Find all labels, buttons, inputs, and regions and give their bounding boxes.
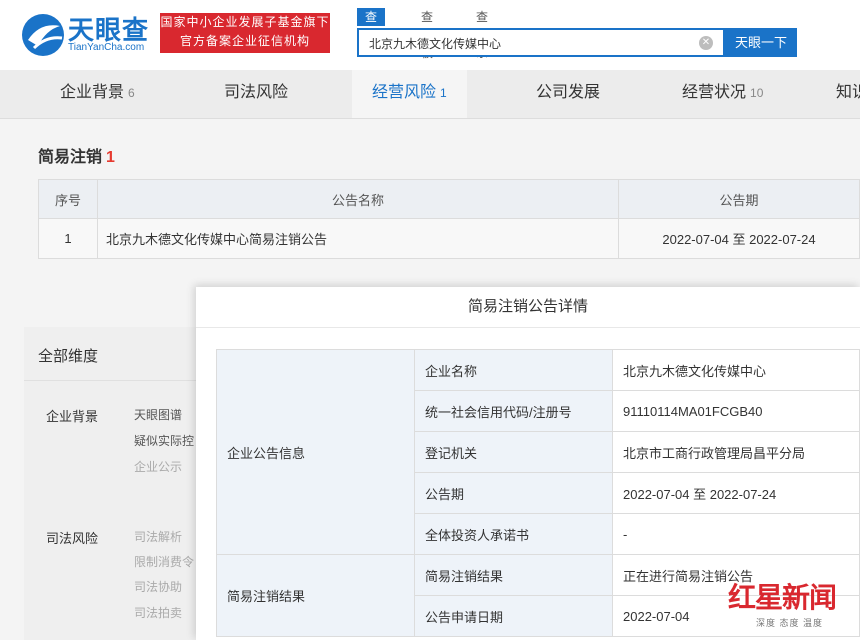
- nav-label: 司法风险: [224, 84, 288, 101]
- detail-label: 简易注销结果: [415, 555, 613, 596]
- nav-operating-status[interactable]: 经营状况 10: [682, 70, 763, 118]
- clear-icon[interactable]: ✕: [699, 36, 713, 50]
- slogan-badge: 国家中小企业发展子基金旗下 官方备案企业征信机构: [160, 13, 330, 53]
- nav-label: 经营状况: [682, 84, 746, 101]
- search-box: ✕: [357, 28, 725, 57]
- section-title: 简易注销1: [38, 143, 115, 167]
- section-count: 1: [106, 149, 115, 166]
- dimension-item[interactable]: 限制消费令: [134, 553, 194, 570]
- detail-value: 北京市工商行政管理局昌平分局: [613, 432, 860, 473]
- cell-period: 2022-07-04 至 2022-07-24: [619, 219, 860, 259]
- header-name: 公告名称: [98, 180, 619, 219]
- nav-label: 企业背景: [60, 84, 124, 101]
- dimension-item[interactable]: 企业公示: [134, 458, 182, 475]
- detail-value: 北京九木德文化传媒中心: [613, 350, 860, 391]
- header-no: 序号: [39, 180, 98, 219]
- logo-domain: TianYanCha.com: [68, 42, 144, 53]
- group-label: 简易注销结果: [217, 555, 415, 637]
- dimension-group-label: 企业背景: [46, 406, 98, 425]
- deregistration-table: 序号 公告名称 公告期 1 北京九木德文化传媒中心简易注销公告 2022-07-…: [38, 179, 860, 259]
- detail-label: 企业名称: [415, 350, 613, 391]
- dimension-item[interactable]: 司法拍卖: [134, 604, 182, 621]
- dimension-group-label: 司法风险: [46, 528, 98, 547]
- nav-count: 6: [128, 86, 135, 100]
- dimension-item[interactable]: 司法协助: [134, 578, 182, 595]
- nav-company-development[interactable]: 公司发展: [536, 70, 600, 118]
- tab-boss[interactable]: 查老板: [413, 8, 441, 26]
- slogan-line2: 官方备案企业征信机构: [160, 32, 330, 51]
- detail-value: -: [613, 514, 860, 555]
- nav-count: 1: [440, 86, 447, 100]
- dimension-item[interactable]: 天眼图谱: [134, 406, 182, 423]
- header-period: 公告期: [619, 180, 860, 219]
- group-label: 企业公告信息: [217, 350, 415, 555]
- tab-relation[interactable]: 查关系: [468, 8, 496, 26]
- category-nav: 企业背景 6 司法风险 经营风险 1 公司发展 经营状况 10 知识: [0, 70, 860, 119]
- detail-label: 全体投资人承诺书: [415, 514, 613, 555]
- slogan-line1: 国家中小企业发展子基金旗下: [160, 13, 330, 32]
- table-row[interactable]: 1 北京九木德文化传媒中心简易注销公告 2022-07-04 至 2022-07…: [39, 219, 860, 259]
- watermark-logo: 红星新闻: [728, 576, 836, 616]
- detail-value: 2022-07-04 至 2022-07-24: [613, 473, 860, 514]
- tianyancha-logo-icon[interactable]: [20, 12, 66, 58]
- dimension-item[interactable]: 疑似实际控: [134, 432, 194, 449]
- search-input[interactable]: [367, 35, 691, 51]
- watermark-slogan: 深度 态度 温度: [756, 616, 836, 629]
- dimensions-panel: [24, 327, 224, 640]
- nav-knowledge[interactable]: 知识: [836, 70, 860, 118]
- detail-label: 公告期: [415, 473, 613, 514]
- nav-judicial-risk[interactable]: 司法风险: [224, 70, 288, 118]
- cell-no: 1: [39, 219, 98, 259]
- tab-company[interactable]: 查公司: [357, 8, 385, 26]
- detail-label: 登记机关: [415, 432, 613, 473]
- detail-row: 企业公告信息 企业名称 北京九木德文化传媒中心: [217, 350, 860, 391]
- detail-value: 91110114MA01FCGB40: [613, 391, 860, 432]
- nav-label: 经营风险: [372, 84, 436, 101]
- table-header-row: 序号 公告名称 公告期: [39, 180, 860, 219]
- dimensions-title: 全部维度: [38, 345, 98, 366]
- hongxing-news-watermark: 红星新闻 深度 态度 温度: [728, 576, 836, 629]
- search-button[interactable]: 天眼一下: [725, 28, 797, 57]
- section-title-text: 简易注销: [38, 149, 102, 166]
- modal-title: 简易注销公告详情: [196, 287, 860, 328]
- nav-count: 10: [750, 86, 763, 100]
- detail-label: 公告申请日期: [415, 596, 613, 637]
- nav-label: 知识: [836, 84, 860, 101]
- divider: [24, 380, 224, 381]
- nav-business-risk[interactable]: 经营风险 1: [352, 70, 467, 118]
- nav-label: 公司发展: [536, 84, 600, 101]
- nav-enterprise-background[interactable]: 企业背景 6: [60, 70, 135, 118]
- cell-name[interactable]: 北京九木德文化传媒中心简易注销公告: [98, 219, 619, 259]
- dimension-item[interactable]: 司法解析: [134, 528, 182, 545]
- detail-label: 统一社会信用代码/注册号: [415, 391, 613, 432]
